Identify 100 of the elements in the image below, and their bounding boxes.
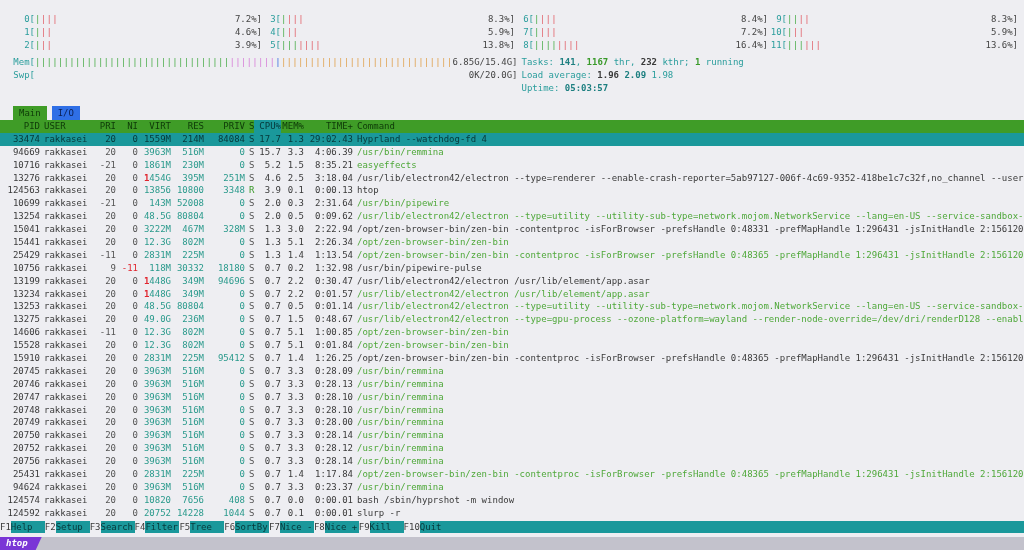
column-header[interactable]: MEM% — [281, 120, 304, 133]
table-cell-text: rakkasei — [43, 326, 89, 340]
process-row[interactable]: 20750 rakkasei 20 0 3963M 516M 0 S 0.7 3.3 0:28.14 /usr/bin/remmina — [0, 429, 1024, 443]
function-key-button[interactable]: Setup — [55, 521, 90, 533]
meter-label: 7[ — [522, 26, 534, 40]
process-row[interactable]: 20745 rakkasei 20 0 3963M 516M 0 S 0.7 3.3 0:28.09 /usr/bin/remmina — [0, 364, 1024, 378]
table-cell-text: 0:28.13 — [314, 377, 353, 391]
function-key-button[interactable]: Tree — [190, 521, 225, 533]
column-header[interactable]: RES — [171, 120, 204, 133]
function-key-button[interactable]: Search — [100, 521, 135, 533]
table-cell-text: 5.2 — [263, 158, 281, 172]
table-cell-text: 20 — [104, 300, 116, 314]
table-cell-text: 20 — [104, 171, 116, 185]
process-row[interactable]: 20747 rakkasei 20 0 3963M 516M 0 S 0.7 3.3 0:28.10 /usr/bin/remmina — [0, 390, 1024, 404]
table-cell-text: 20752 — [11, 442, 40, 456]
process-row[interactable]: 13254 rakkasei 20 0 48.5G 80804 0 S 2.0 0.5 0:09.62 /usr/lib/electron42/electron --type=utility --utility-sub-type=network.mojom.NetworkService --lang=en-US --service-sandbox- — [0, 210, 1024, 224]
process-row[interactable]: 13275 rakkasei 20 0 49.0G 236M 0 S 0.7 1.5 0:48.67 /usr/lib/electron42/electron --type=gpu-process --ozone-platform=wayland --render-node-override=/dev/dri/renderD128 --enabl — [0, 313, 1024, 327]
table-cell-text: /usr/bin/pipewire — [356, 197, 451, 211]
column-header[interactable]: CPU% — [254, 120, 281, 133]
table-cell-text: 516M — [181, 403, 204, 417]
table-cell-text: 124592 — [6, 506, 40, 520]
column-header[interactable]: Command — [353, 120, 1024, 133]
table-cell-text: 1559M — [142, 132, 171, 146]
table-cell-text: 3.3 — [286, 480, 304, 494]
table-cell-text: 1.3 — [286, 132, 304, 146]
table-cell-text: 0 — [131, 326, 138, 340]
function-key-button[interactable]: SortBy — [235, 521, 270, 533]
meter-bars-label: ||||||| — [281, 40, 322, 51]
table-cell-text: 94669 — [11, 145, 40, 159]
table-cell-text: 0.5 — [286, 300, 304, 314]
meter-label: 2[ — [23, 39, 35, 53]
table-cell-text: -11 — [98, 248, 116, 262]
table-cell-text: 2:22.94 — [314, 223, 353, 237]
meter-label: 10[ — [769, 26, 787, 40]
function-key-button[interactable]: Filter — [145, 521, 180, 533]
column-header[interactable]: PID — [0, 120, 40, 133]
process-row[interactable]: 14606 rakkasei -11 0 12.3G 802M 0 S 0.7 5.1 1:00.85 /opt/zen-browser-bin/zen-bin — [0, 326, 1024, 340]
table-cell-text: 20 — [104, 236, 116, 249]
table-cell-text: 251M — [222, 171, 245, 185]
table-cell-text: S — [248, 480, 254, 494]
tab[interactable]: Main — [13, 106, 47, 120]
column-header[interactable]: VIRT — [138, 120, 171, 133]
meter-bars-label: ||| — [35, 27, 53, 38]
process-row[interactable]: 10756 rakkasei 9 -11 118M 30332 18180 S 0.7 0.2 1:32.98 /usr/bin/pipewire-pulse — [0, 261, 1024, 275]
process-row[interactable]: 10716 rakkasei -21 0 1861M 230M 0 S 5.2 1.5 8:35.21 easyeffects — [0, 158, 1024, 172]
process-row[interactable]: 13276 rakkasei 20 0 1454G 395M 251M S 4.6 2.5 3:18.04 /usr/lib/electron42/electron --type=renderer --enable-crash-reporter=5ab97127-006f-4c69-9352-418be1c7c32f,no_channel --user — [0, 171, 1024, 185]
table-cell-text: 1.5 — [286, 158, 304, 172]
table-cell-text: /usr/lib/electron42/electron --type=utility --utility-sub-type=network.mojom.NetworkService --lang=en-US --service-sandbox- — [356, 210, 1024, 224]
process-row[interactable]: 13199 rakkasei 20 0 1448G 349M 94696 S 0.7 2.2 0:30.47 /usr/lib/electron42/electron /usr/lib/element/app.asar — [0, 274, 1024, 288]
process-row[interactable]: 13234 rakkasei 20 0 1448G 349M 0 S 0.7 2.2 0:01.57 /usr/lib/electron42/electron /usr/lib/element/app.asar — [0, 287, 1024, 301]
function-key-button[interactable]: Nice + — [324, 521, 359, 533]
process-row[interactable]: 25429 rakkasei -11 0 2831M 225M 0 S 1.3 1.4 1:13.54 /opt/zen-browser-bin/zen-bin -contentproc -isForBrowser -prefsHandle 0:48365 -prefMapHandle 1:296431 -jsInitHandle 2:156120 — [0, 248, 1024, 262]
table-cell-text: 0 — [131, 364, 138, 378]
process-row[interactable]: 20752 rakkasei 20 0 3963M 516M 0 S 0.7 3.3 0:28.12 /usr/bin/remmina — [0, 442, 1024, 456]
process-row[interactable]: 20749 rakkasei 20 0 3963M 516M 0 S 0.7 3.3 0:28.00 /usr/bin/remmina — [0, 416, 1024, 430]
table-cell-text: easyeffects — [356, 158, 418, 172]
process-row[interactable]: 10699 rakkasei -21 0 143M 52008 0 S 2.0 0.3 2:31.64 /usr/bin/pipewire — [0, 197, 1024, 211]
process-row[interactable]: 25431 rakkasei 20 0 2831M 225M 0 S 0.7 1.4 1:17.84 /opt/zen-browser-bin/zen-bin -contentproc -isForBrowser -prefsHandle 0:48365 -prefMapHandle 1:296431 -jsInitHandle 2:156120 — [0, 468, 1024, 481]
column-header[interactable]: PRIV — [204, 120, 245, 133]
key-number: F1 — [0, 521, 11, 533]
table-cell-text: 0:28.00 — [314, 416, 353, 430]
column-header[interactable]: USER — [40, 120, 92, 133]
table-cell-text: 0 — [131, 442, 138, 456]
process-row[interactable]: 94669 rakkasei 20 0 3963M 516M 0 S 15.7 3.3 4:06.39 /usr/bin/remmina — [0, 145, 1024, 159]
process-row[interactable]: 124592 rakkasei 20 0 20752 14228 1044 S 0.7 0.1 0:00.01 slurp -r — [0, 506, 1024, 520]
column-header[interactable]: PRI — [92, 120, 116, 133]
process-row[interactable]: 15528 rakkasei 20 0 12.3G 802M 0 S 0.7 5.1 0:01.84 /opt/zen-browser-bin/zen-bin — [0, 339, 1024, 353]
process-row[interactable]: 20756 rakkasei 20 0 3963M 516M 0 S 0.7 3.3 0:28.14 /usr/bin/remmina — [0, 455, 1024, 469]
table-cell-text: -11 — [120, 261, 138, 275]
table-cell-text: 10756 — [11, 261, 40, 275]
table-cell-text: 20 — [104, 377, 116, 391]
process-row[interactable]: 13253 rakkasei 20 0 48.5G 80804 0 S 0.7 0.5 0:01.14 /usr/lib/electron42/electron --type=utility --utility-sub-type=network.mojom.NetworkService --lang=en-US --service-sandbox- — [0, 300, 1024, 314]
process-row[interactable]: 15441 rakkasei 20 0 12.3G 802M 0 S 1.3 5.1 2:26.34 /opt/zen-browser-bin/zen-bin — [0, 236, 1024, 249]
table-cell-text: 0 — [131, 416, 138, 430]
app-tab[interactable]: htop — [0, 537, 42, 550]
table-cell-text: /opt/zen-browser-bin/zen-bin -contentproc -isForBrowser -prefsHandle 0:48365 -prefMapHandle 1:296431 -jsInitHandle 2:156120 — [356, 248, 1024, 262]
process-row[interactable]: 20746 rakkasei 20 0 3963M 516M 0 S 0.7 3.3 0:28.13 /usr/bin/remmina — [0, 377, 1024, 391]
table-cell-text: S — [248, 403, 254, 417]
table-cell-text: rakkasei — [43, 248, 89, 262]
table-cell-text: 1454G — [142, 171, 171, 185]
column-header[interactable]: S — [245, 120, 254, 133]
table-cell-text: 1:26.25 — [314, 352, 353, 365]
table-cell-text: 0 — [238, 236, 245, 249]
column-header[interactable]: TIME+ — [304, 120, 353, 133]
process-row[interactable]: 124563 rakkasei 20 0 13856 10800 3348 R 3.9 0.1 0:00.13 htop — [0, 184, 1024, 198]
table-cell-text: S — [248, 442, 254, 456]
meter-label: 1[ — [23, 26, 35, 40]
table-cell-text: rakkasei — [43, 364, 89, 378]
function-key-button[interactable]: Kill — [369, 521, 404, 533]
process-row[interactable]: 94624 rakkasei 20 0 3963M 516M 0 S 0.7 3.3 0:23.37 /usr/bin/remmina — [0, 480, 1024, 494]
process-row[interactable]: 20748 rakkasei 20 0 3963M 516M 0 S 0.7 3.3 0:28.10 /usr/bin/remmina — [0, 403, 1024, 417]
meter-value: 13.6%] — [985, 39, 1018, 53]
table-cell-text: 3963M — [142, 390, 171, 404]
process-row[interactable]: 124574 rakkasei 20 0 10820 7656 408 S 0.7 0.0 0:00.01 bash /sbin/hyprshot -m window — [0, 493, 1024, 507]
column-header[interactable]: NI — [116, 120, 138, 133]
process-row[interactable]: 15910 rakkasei 20 0 2831M 225M 95412 S 0.7 1.4 1:26.25 /opt/zen-browser-bin/zen-bin -contentproc -isForBrowser -prefsHandle 0:48365 -prefMapHandle 1:296431 -jsInitHandle 2:156120 — [0, 352, 1024, 365]
key-number: F4 — [134, 521, 146, 533]
meter-bars-label: |||| — [281, 14, 304, 24]
table-cell-text: 349M — [181, 274, 204, 288]
process-row[interactable]: 15041 rakkasei 20 0 3222M 467M 328M S 1.3 3.0 2:22.94 /opt/zen-browser-bin/zen-bin -contentproc -isForBrowser -prefsHandle 0:48331 -prefMapHandle 1:296431 -jsInitHandle 2:156120 — [0, 223, 1024, 236]
